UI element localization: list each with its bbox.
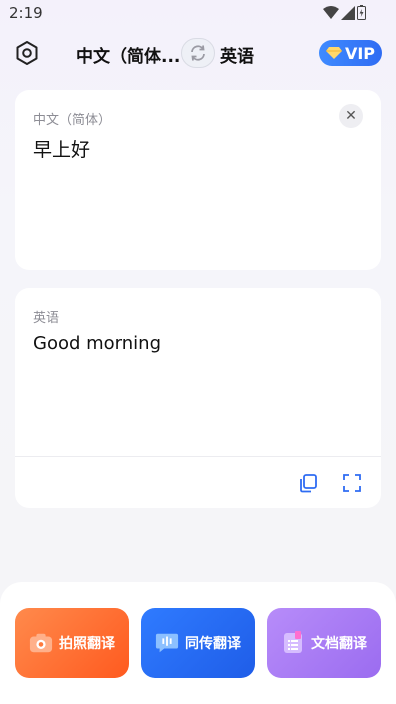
settings-icon xyxy=(16,41,38,65)
signal-icon xyxy=(341,5,355,20)
document-translate-label: 文档翻译 xyxy=(311,636,367,652)
settings-button[interactable] xyxy=(14,40,40,66)
speech-bubble-icon xyxy=(155,631,179,655)
copy-icon xyxy=(300,474,317,493)
document-translate-button[interactable]: 文档翻译 xyxy=(267,608,381,678)
camera-icon xyxy=(29,631,53,655)
target-language-selector[interactable]: 英语 xyxy=(220,42,254,67)
wifi-icon xyxy=(323,5,339,19)
source-language-label: 中文（简体） xyxy=(33,113,112,128)
target-language-label: 英语 xyxy=(33,311,60,326)
copy-button[interactable] xyxy=(297,472,319,494)
source-language-selector[interactable]: 中文（简体... xyxy=(76,42,180,67)
diamond-icon xyxy=(325,47,342,59)
battery-icon xyxy=(357,5,366,20)
vip-label: VIP xyxy=(344,43,376,63)
divider xyxy=(15,456,381,457)
photo-translate-label: 拍照翻译 xyxy=(59,636,115,652)
simultaneous-translate-button[interactable]: 同传翻译 xyxy=(141,608,255,678)
translated-text: Good morning xyxy=(33,333,161,354)
simultaneous-translate-label: 同传翻译 xyxy=(185,636,241,652)
close-icon: ✕ xyxy=(345,108,357,124)
result-card xyxy=(15,288,381,508)
status-time: 2:19 xyxy=(9,4,43,22)
vip-button[interactable]: VIP xyxy=(319,40,382,66)
swap-icon xyxy=(191,45,205,61)
document-icon xyxy=(281,631,305,655)
photo-translate-button[interactable]: 拍照翻译 xyxy=(15,608,129,678)
status-icons xyxy=(323,5,366,20)
fullscreen-icon xyxy=(343,474,361,492)
clear-button[interactable]: ✕ xyxy=(339,104,363,128)
swap-languages-button[interactable] xyxy=(181,38,215,68)
fullscreen-button[interactable] xyxy=(341,472,363,494)
source-text[interactable]: 早上好 xyxy=(33,135,90,162)
